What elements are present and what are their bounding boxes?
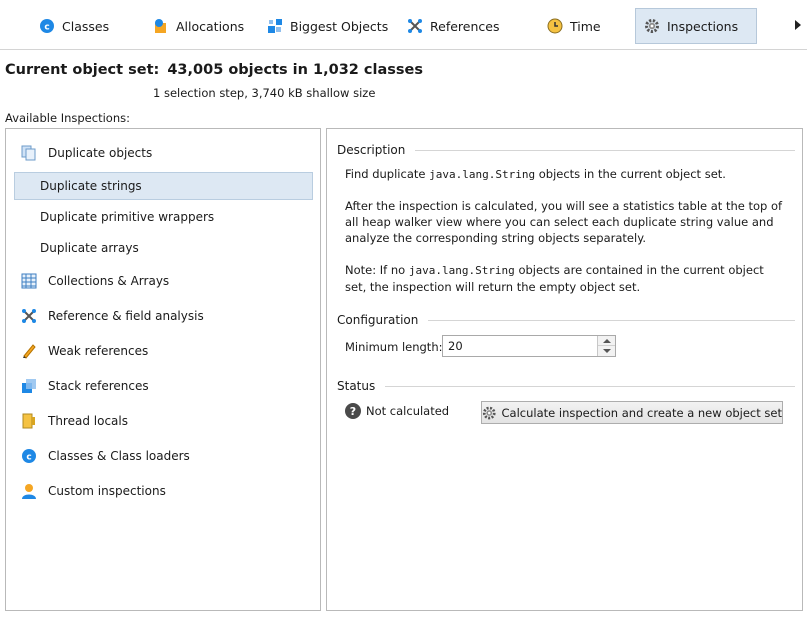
description-paragraph-1: Find duplicate java.lang.String objects … [345, 166, 785, 183]
view-tabbar: c Classes Allocations Biggest Objects Re… [0, 0, 807, 50]
tab-label: Biggest Objects [290, 18, 389, 34]
title-prefix: Current object set: [5, 62, 160, 78]
spinner-buttons [597, 336, 615, 356]
gear-icon [482, 406, 496, 419]
tree-item-duplicate-objects[interactable]: Duplicate objects [6, 139, 320, 167]
minimum-length-spinner[interactable]: 20 [442, 335, 616, 357]
tab-label: Classes [62, 18, 110, 34]
inspections-tree: Duplicate objects Duplicate strings Dupl… [5, 128, 321, 611]
object-set-summary: 1 selection step, 3,740 kB shallow size [153, 86, 376, 100]
tree-item-collections-arrays[interactable]: Collections & Arrays [6, 267, 320, 295]
inspection-details: Description Find duplicate java.lang.Str… [326, 128, 803, 611]
tree-item-reference-field-analysis[interactable]: Reference & field analysis [6, 302, 320, 330]
tree-item-weak-references[interactable]: Weak references [6, 337, 320, 365]
divider [415, 149, 795, 151]
class-icon: c [40, 19, 54, 33]
tree-item-label: Weak references [48, 344, 149, 358]
configuration-section-header: Configuration [337, 313, 795, 327]
tree-item-label: Thread locals [48, 414, 128, 428]
tab-references[interactable]: References [398, 8, 508, 44]
tree-item-label: Duplicate primitive wrappers [40, 210, 215, 224]
status-section-header: Status [337, 379, 795, 393]
code-text: java.lang.String [429, 168, 536, 181]
status-text: Not calculated [366, 404, 450, 418]
svg-text:c: c [44, 23, 49, 33]
tree-item-custom-inspections[interactable]: Custom inspections [6, 477, 320, 505]
spinner-down-icon[interactable] [598, 346, 615, 356]
allocations-icon [155, 19, 166, 33]
tree-item-duplicate-strings[interactable]: Duplicate strings [14, 172, 313, 200]
tree-item-label: Custom inspections [48, 484, 166, 498]
svg-text:c: c [26, 453, 31, 463]
tab-classes[interactable]: c Classes [30, 8, 118, 44]
description-heading: Description [337, 143, 406, 157]
tab-label: Time [570, 18, 601, 34]
tab-biggest-objects[interactable]: Biggest Objects [258, 8, 397, 44]
description-section-header: Description [337, 143, 795, 157]
tab-inspections[interactable]: Inspections [635, 8, 757, 44]
reference-analysis-icon [22, 309, 36, 323]
collections-icon [21, 273, 37, 289]
tree-item-duplicate-arrays[interactable]: Duplicate arrays [6, 234, 320, 262]
tab-time[interactable]: Time [538, 8, 610, 44]
tree-item-thread-locals[interactable]: Thread locals [6, 407, 320, 435]
user-icon [22, 484, 36, 499]
tree-item-label: Stack references [48, 379, 149, 393]
biggest-objects-icon [268, 19, 282, 33]
references-icon [408, 19, 422, 33]
tab-label: Allocations [176, 18, 245, 34]
clock-icon [547, 18, 563, 34]
tree-item-classes-class-loaders[interactable]: c Classes & Class loaders [6, 442, 320, 470]
title-value: 43,005 objects in 1,032 classes [167, 62, 424, 78]
tab-label: References [430, 18, 500, 34]
page-title: Current object set: 43,005 objects in 1,0… [5, 62, 423, 78]
duplicate-objects-icon [21, 145, 36, 161]
tab-allocations[interactable]: Allocations [144, 8, 253, 44]
tree-item-label: Classes & Class loaders [48, 449, 190, 463]
tree-item-duplicate-primitive-wrappers[interactable]: Duplicate primitive wrappers [6, 203, 320, 231]
stack-references-icon [22, 379, 36, 393]
tab-label: Inspections [667, 18, 739, 34]
description-paragraph-3: Note: If no java.lang.String objects are… [345, 262, 785, 295]
divider [385, 385, 795, 387]
divider [428, 319, 795, 321]
tree-item-label: Duplicate arrays [40, 241, 139, 255]
tree-item-label: Duplicate objects [48, 146, 153, 160]
configuration-heading: Configuration [337, 313, 419, 327]
status-heading: Status [337, 379, 376, 393]
calculate-inspection-button[interactable]: Calculate inspection and create a new ob… [481, 401, 783, 424]
weak-references-icon [23, 344, 36, 359]
code-text: java.lang.String [408, 264, 515, 277]
tree-item-stack-references[interactable]: Stack references [6, 372, 320, 400]
text: objects in the current object set. [535, 167, 726, 181]
available-inspections-label: Available Inspections: [5, 111, 130, 125]
minimum-length-label: Minimum length: [345, 340, 443, 354]
class-icon: c [22, 449, 36, 463]
gear-icon [645, 19, 659, 33]
status-row: ? Not calculated [345, 403, 449, 419]
tree-item-label: Collections & Arrays [48, 274, 170, 288]
button-label: Calculate inspection and create a new ob… [501, 405, 782, 420]
tabs-scroll-right-icon[interactable] [795, 20, 801, 30]
thread-locals-icon [22, 413, 35, 429]
tree-item-label: Duplicate strings [40, 179, 142, 193]
text: Note: If no [345, 263, 409, 277]
question-icon: ? [345, 403, 361, 419]
text: Find duplicate [345, 167, 430, 181]
minimum-length-value[interactable]: 20 [448, 339, 463, 353]
description-paragraph-2: After the inspection is calculated, you … [345, 199, 783, 245]
spinner-up-icon[interactable] [598, 336, 615, 346]
tree-item-label: Reference & field analysis [48, 309, 204, 323]
